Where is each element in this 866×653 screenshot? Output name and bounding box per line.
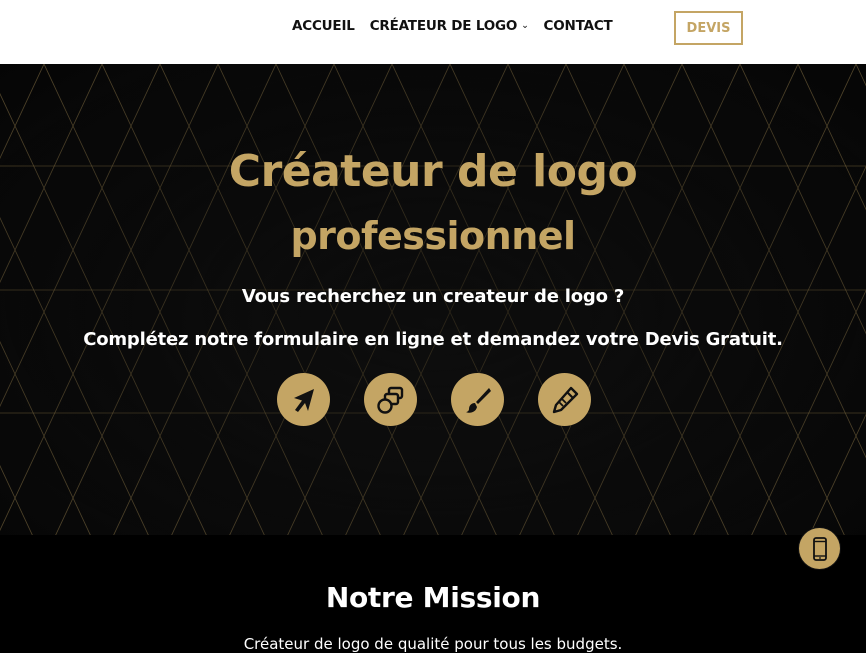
nav-label: CRÉATEUR DE LOGO xyxy=(369,18,518,34)
mission-section: Notre Mission Créateur de logo de qualit… xyxy=(0,535,866,653)
hero-title-line2: professionnel xyxy=(290,214,576,258)
main-nav: ACCUEIL CRÉATEUR DE LOGO ⌄ CONTACT xyxy=(292,18,613,34)
nav-item-createur-de-logo[interactable]: CRÉATEUR DE LOGO ⌄ xyxy=(370,18,529,34)
mission-text: Créateur de logo de qualité pour tous le… xyxy=(243,635,623,653)
layers-icon[interactable] xyxy=(364,373,417,426)
cursor-arrow-icon[interactable] xyxy=(277,373,330,426)
hero-title: Créateur de logo xyxy=(228,146,638,197)
hero-section: Créateur de logo professionnel Vous rech… xyxy=(0,64,866,535)
hero-cta-text: Complétez notre formulaire en ligne et d… xyxy=(83,329,783,350)
chevron-down-icon: ⌄ xyxy=(521,21,529,31)
pencil-icon[interactable] xyxy=(538,373,591,426)
mission-title: Notre Mission xyxy=(325,581,541,614)
nav-label: ACCUEIL xyxy=(292,18,355,34)
nav-item-contact[interactable]: CONTACT xyxy=(544,18,613,34)
nav-label: CONTACT xyxy=(543,18,613,34)
paintbrush-icon[interactable] xyxy=(451,373,504,426)
hero-subtitle: Vous recherchez un createur de logo ? xyxy=(241,286,625,307)
floating-contact-button[interactable] xyxy=(799,528,840,569)
hero-icon-row xyxy=(277,373,591,426)
site-header: ACCUEIL CRÉATEUR DE LOGO ⌄ CONTACT DEVIS xyxy=(0,0,866,64)
devis-button[interactable]: DEVIS xyxy=(674,11,743,45)
nav-item-accueil[interactable]: ACCUEIL xyxy=(292,18,355,34)
smartphone-icon xyxy=(812,536,827,561)
